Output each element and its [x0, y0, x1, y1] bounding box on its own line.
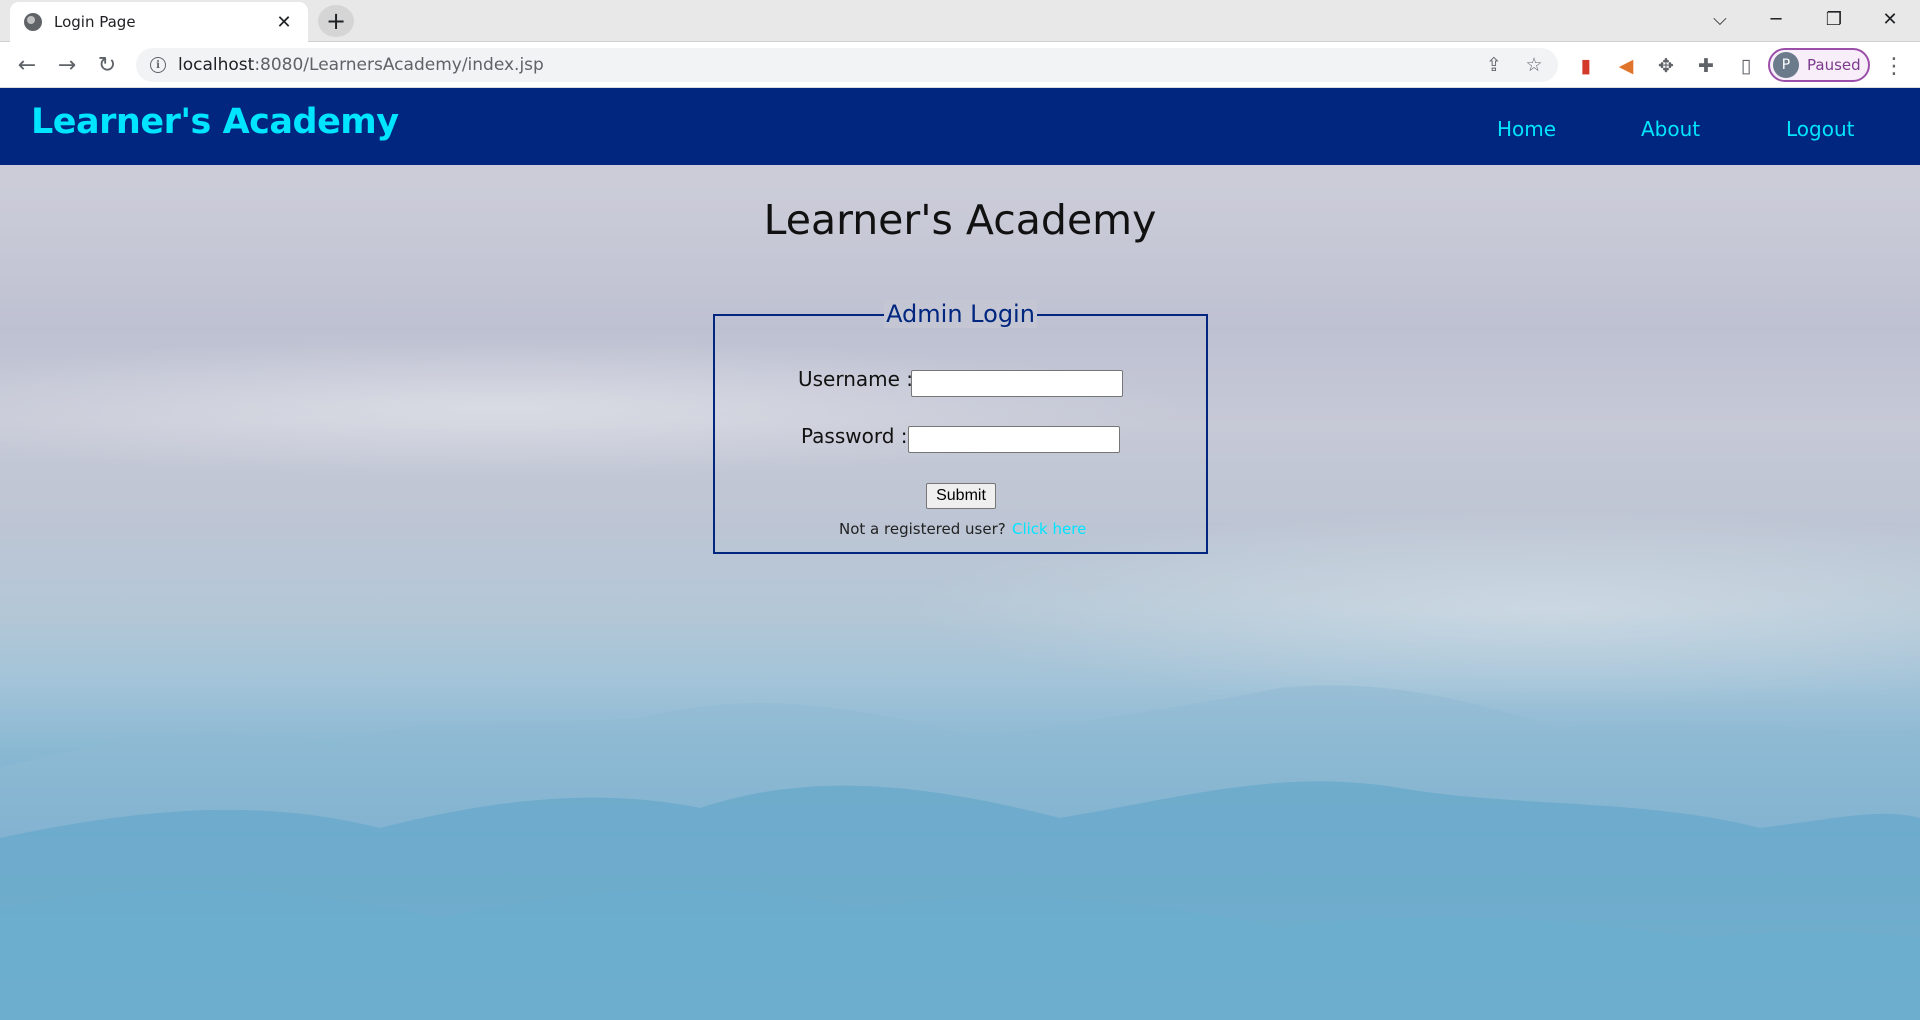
top-navbar: Learner's Academy Home About Logout [0, 88, 1920, 165]
background-mountains [0, 685, 1920, 1020]
tab-search-icon[interactable]: ⌵ [1692, 0, 1748, 38]
username-label: Username : [798, 367, 914, 391]
site-info-icon[interactable]: i [150, 57, 166, 73]
username-input[interactable] [911, 370, 1123, 397]
page-title: Learner's Academy [763, 196, 1157, 244]
url-host: localhost [178, 55, 255, 75]
back-arrow-icon[interactable]: ← [10, 48, 44, 82]
avatar: P [1773, 52, 1799, 78]
profile-button[interactable]: P Paused [1768, 48, 1870, 82]
nav-link-about[interactable]: About [1641, 117, 1700, 141]
browser-toolbar: ← → ↻ i localhost:8080/LearnersAcademy/i… [0, 42, 1920, 88]
password-label: Password : [801, 424, 908, 448]
browser-tab-bar: Login Page ✕ + ⌵ ─ ❐ ✕ [0, 0, 1920, 42]
share-icon[interactable]: ⇪ [1478, 49, 1510, 81]
register-prompt: Not a registered user? [839, 520, 1006, 538]
minimize-icon[interactable]: ─ [1748, 0, 1804, 38]
browser-tab[interactable]: Login Page ✕ [10, 2, 308, 42]
close-window-icon[interactable]: ✕ [1862, 0, 1918, 38]
nav-link-home[interactable]: Home [1497, 117, 1556, 141]
tab-title: Login Page [54, 13, 136, 31]
brand-logo-text[interactable]: Learner's Academy [31, 102, 399, 142]
extensions-puzzle-icon[interactable]: ✚ [1692, 52, 1720, 80]
browser-menu-icon[interactable]: ⋮ [1880, 52, 1908, 80]
address-bar[interactable]: i localhost:8080/LearnersAcademy/index.j… [136, 48, 1558, 82]
new-tab-button[interactable]: + [318, 5, 354, 37]
nav-link-logout[interactable]: Logout [1786, 117, 1854, 141]
url-text[interactable]: localhost:8080/LearnersAcademy/index.jsp [178, 55, 1478, 75]
globe-icon [24, 13, 42, 31]
extension-book-icon[interactable]: ▮ [1572, 52, 1600, 80]
forward-arrow-icon[interactable]: → [50, 48, 84, 82]
form-legend: Admin Login [715, 300, 1206, 328]
register-link[interactable]: Click here [1012, 520, 1086, 538]
admin-login-form: Admin Login Username : Password : Submit… [713, 300, 1208, 554]
form-legend-text: Admin Login [884, 300, 1037, 328]
bookmark-star-icon[interactable]: ☆ [1518, 49, 1550, 81]
url-path: :8080/LearnersAcademy/index.jsp [254, 55, 544, 75]
restore-icon[interactable]: ❐ [1806, 0, 1862, 38]
submit-button[interactable]: Submit [926, 483, 996, 509]
extension-move-icon[interactable]: ✥ [1652, 52, 1680, 80]
reload-icon[interactable]: ↻ [90, 48, 124, 82]
password-input[interactable] [908, 426, 1120, 453]
page-viewport: Learner's Academy Home About Logout Lear… [0, 88, 1920, 1020]
side-panel-icon[interactable]: ▯ [1732, 52, 1760, 80]
profile-status: Paused [1807, 56, 1861, 74]
close-tab-icon[interactable]: ✕ [274, 12, 294, 33]
extension-megaphone-icon[interactable]: ◀ [1612, 52, 1640, 80]
